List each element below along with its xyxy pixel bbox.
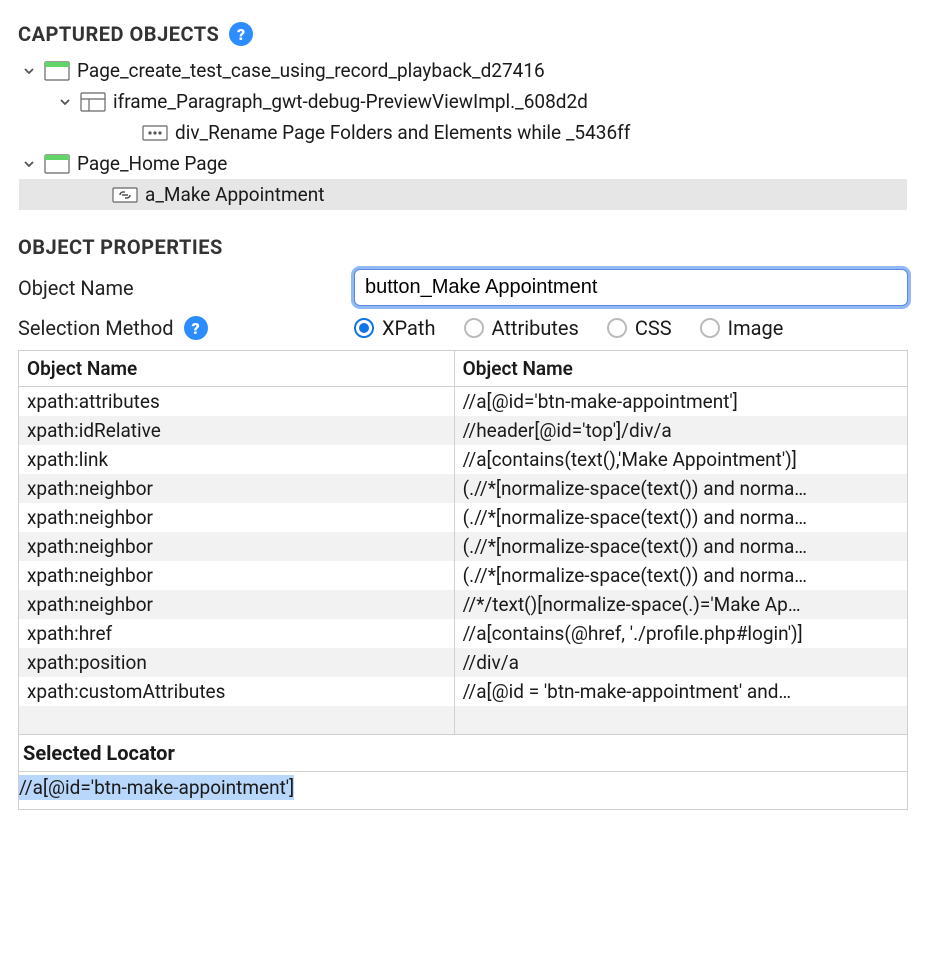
radio-dot-icon [700,318,720,338]
table-cell-value: (.//*[normalize-space(text()) and norma… [454,532,907,561]
object-name-row: Object Name [18,269,908,306]
selection-method-label: Selection Method ? [18,316,338,340]
tree-node-label: a_Make Appointment [143,183,324,206]
radio-dot-icon [607,318,627,338]
table-row[interactable]: xpath:attributes//a[@id='btn-make-appoin… [19,387,908,417]
table-cell-value: (.//*[normalize-space(text()) and norma… [454,561,907,590]
table-cell-key: xpath:neighbor [19,503,455,532]
radio-image[interactable]: Image [700,316,784,340]
selection-method-radios: XPath Attributes CSS Image [354,316,783,340]
properties-table: Object Name Object Name xpath:attributes… [18,350,908,735]
table-row[interactable]: xpath:neighbor(.//*[normalize-space(text… [19,474,908,503]
section-title: CAPTURED OBJECTS [18,22,219,46]
table-cell-key: xpath:neighbor [19,561,455,590]
radio-label: Image [728,316,784,340]
tree-node-make-appointment[interactable]: a_Make Appointment [19,179,907,210]
table-row[interactable]: xpath:customAttributes//a[@id = 'btn-mak… [19,677,908,706]
object-name-input[interactable] [354,269,908,306]
section-title: OBJECT PROPERTIES [18,235,223,259]
table-row[interactable]: xpath:neighbor(.//*[normalize-space(text… [19,532,908,561]
chevron-down-icon[interactable] [55,96,75,108]
table-cell-value: //a[contains(text(),'Make Appointment')] [454,445,907,474]
tree-node-page-home[interactable]: Page_Home Page [19,148,907,179]
table-cell-key: xpath:idRelative [19,416,455,445]
table-row[interactable]: xpath:idRelative//header[@id='top']/div/… [19,416,908,445]
table-cell-key: xpath:customAttributes [19,677,455,706]
table-cell-key: xpath:neighbor [19,474,455,503]
tree-node-label: div_Rename Page Folders and Elements whi… [173,121,630,144]
iframe-icon [79,91,107,113]
chevron-down-icon[interactable] [19,158,39,170]
help-icon[interactable]: ? [184,316,208,340]
table-header-value[interactable]: Object Name [454,351,907,387]
table-cell-value: //header[@id='top']/div/a [454,416,907,445]
radio-dot-icon [464,318,484,338]
div-icon [141,122,169,144]
table-row[interactable]: xpath:href//a[contains(@href, './profile… [19,619,908,648]
table-row[interactable]: xpath:neighbor(.//*[normalize-space(text… [19,561,908,590]
table-cell-value: (.//*[normalize-space(text()) and norma… [454,503,907,532]
table-cell-key: xpath:neighbor [19,532,455,561]
selected-locator-text: //a[@id='btn-make-appointment'] [19,775,294,800]
table-cell-key: xpath:position [19,648,455,677]
table-cell-key: xpath:attributes [19,387,455,417]
page-icon [43,153,71,175]
captured-objects-header: CAPTURED OBJECTS ? [18,22,908,46]
radio-css[interactable]: CSS [607,316,672,340]
table-cell-value: //a[@id='btn-make-appointment'] [454,387,907,417]
table-cell-value: //a[contains(@href, './profile.php#login… [454,619,907,648]
selection-method-text: Selection Method [18,316,174,340]
table-cell-value: //*/text()[normalize-space(.)='Make Ap… [454,590,907,619]
radio-label: CSS [635,316,672,340]
table-row[interactable]: xpath:neighbor(.//*[normalize-space(text… [19,503,908,532]
tree-node-page-create[interactable]: Page_create_test_case_using_record_playb… [19,55,907,86]
table-cell-key: xpath:neighbor [19,590,455,619]
table-cell-value: (.//*[normalize-space(text()) and norma… [454,474,907,503]
table-header-key[interactable]: Object Name [19,351,455,387]
link-icon [111,184,139,206]
help-icon[interactable]: ? [229,22,253,46]
tree-node-iframe[interactable]: iframe_Paragraph_gwt-debug-PreviewViewIm… [19,86,907,117]
tree-node-div[interactable]: div_Rename Page Folders and Elements whi… [19,117,907,148]
tree-node-label: Page_create_test_case_using_record_playb… [75,59,545,82]
table-cell-value: //a[@id = 'btn-make-appointment' and… [454,677,907,706]
selected-locator-header: Selected Locator [18,735,908,772]
table-row[interactable]: xpath:neighbor//*/text()[normalize-space… [19,590,908,619]
captured-objects-tree: Page_create_test_case_using_record_playb… [18,54,908,211]
table-row[interactable]: xpath:position//div/a [19,648,908,677]
radio-dot-icon [354,318,374,338]
table-cell-key: xpath:href [19,619,455,648]
radio-attributes[interactable]: Attributes [464,316,579,340]
tree-node-label: Page_Home Page [75,152,227,175]
table-row[interactable]: xpath:link//a[contains(text(),'Make Appo… [19,445,908,474]
object-properties-header: OBJECT PROPERTIES [18,235,908,259]
radio-xpath[interactable]: XPath [354,316,436,340]
page-icon [43,60,71,82]
table-cell-key: xpath:link [19,445,455,474]
object-name-label: Object Name [18,276,338,300]
radio-label: XPath [382,316,436,340]
tree-node-label: iframe_Paragraph_gwt-debug-PreviewViewIm… [111,90,588,113]
selected-locator-value[interactable]: //a[@id='btn-make-appointment'] [18,772,908,810]
table-row-blank [19,706,908,734]
selection-method-row: Selection Method ? XPath Attributes CSS … [18,316,908,340]
radio-label: Attributes [492,316,579,340]
table-cell-value: //div/a [454,648,907,677]
chevron-down-icon[interactable] [19,65,39,77]
